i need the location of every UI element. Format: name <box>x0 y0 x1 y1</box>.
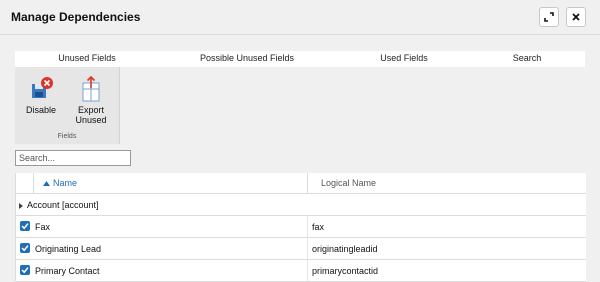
export-label-line1: Export <box>77 105 104 115</box>
select-all-cell[interactable] <box>16 173 34 193</box>
cell-logical-name: primarycontactid <box>312 266 379 276</box>
maximize-button[interactable] <box>539 7 559 27</box>
ribbon-group-label: Fields <box>57 133 77 140</box>
cell-name: Fax <box>35 222 51 232</box>
table-row[interactable]: Fax fax <box>16 216 586 238</box>
tab-search[interactable]: Search <box>513 53 542 63</box>
cell-name: Primary Contact <box>35 266 100 276</box>
export-unused-button[interactable]: Export Unused <box>71 67 111 125</box>
cell-divider <box>307 238 308 259</box>
column-header-logical-name[interactable]: Logical Name <box>321 178 376 188</box>
close-button[interactable] <box>566 7 586 27</box>
row-checkbox[interactable] <box>20 243 30 253</box>
column-divider <box>307 173 308 193</box>
tab-possible-unused-fields[interactable]: Possible Unused Fields <box>200 53 294 63</box>
row-checkbox[interactable] <box>20 265 30 275</box>
ribbon-group-fields: Disable Export Unused Fields <box>15 67 120 144</box>
search-input[interactable] <box>15 150 131 166</box>
table-row[interactable]: Primary Contact primarycontactid <box>16 260 586 282</box>
dialog-titlebar: Manage Dependencies <box>0 0 600 34</box>
disable-button[interactable]: Disable <box>23 67 59 115</box>
fields-grid: Name Logical Name Account [account] Fax … <box>15 173 586 282</box>
column-header-name[interactable]: Name <box>53 178 77 188</box>
sort-ascending-icon <box>43 181 50 186</box>
row-checkbox[interactable] <box>20 221 30 231</box>
expand-icon[interactable] <box>19 203 23 209</box>
group-label: Account [account] <box>27 200 99 210</box>
cell-divider <box>307 260 308 281</box>
checkmark-icon <box>21 245 29 252</box>
dialog-title: Manage Dependencies <box>11 10 141 24</box>
disable-label: Disable <box>25 105 56 115</box>
cell-divider <box>307 216 308 237</box>
close-icon <box>572 13 580 21</box>
checkmark-icon <box>21 223 29 230</box>
cell-logical-name: originatingleadid <box>312 244 378 254</box>
table-row[interactable]: Originating Lead originatingleadid <box>16 238 586 260</box>
checkmark-icon <box>21 267 29 274</box>
tab-used-fields[interactable]: Used Fields <box>380 53 428 63</box>
title-divider <box>0 34 600 35</box>
disable-icon <box>32 77 53 98</box>
cell-logical-name: fax <box>312 222 325 232</box>
tab-bar: Unused Fields Possible Unused Fields Use… <box>15 51 585 67</box>
cell-name: Originating Lead <box>35 244 102 254</box>
export-label-line2: Unused <box>75 115 107 125</box>
maximize-icon <box>544 12 554 22</box>
grid-header: Name Logical Name <box>16 173 586 194</box>
group-row-account[interactable]: Account [account] <box>16 194 586 216</box>
tab-unused-fields[interactable]: Unused Fields <box>58 53 116 63</box>
export-icon <box>82 75 100 102</box>
